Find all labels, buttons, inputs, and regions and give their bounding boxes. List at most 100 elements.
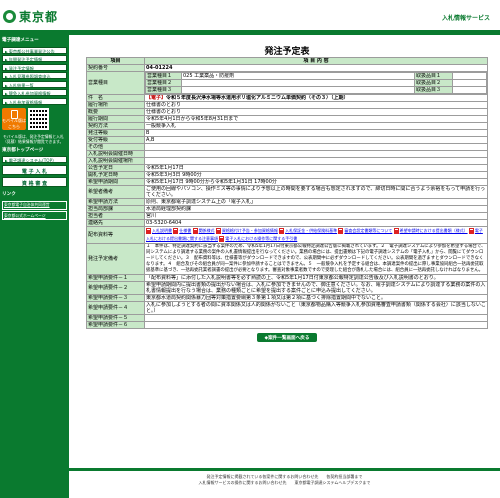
requirement-5 [144, 314, 488, 322]
mobile-block: モバイル版はこちら [2, 107, 67, 130]
row-label: 契約番号 [86, 64, 145, 72]
row-label: 入札説明会開催場所 [86, 157, 145, 165]
sidebar-item-results[interactable]: 入札結果一覧 [2, 80, 67, 88]
place: 仕様書のとおり [144, 101, 488, 109]
sidebar-item-public-notice[interactable]: 東京都公共事業発注公告 [2, 46, 67, 54]
header-divider [0, 30, 500, 35]
apply-period: 令和5年1月17日 9時00分から令和5年1月31日 17時00分 [144, 178, 488, 186]
contract-number: 04-01224 [144, 64, 488, 72]
sidebar-section-menu: 電子調達メニュー [2, 38, 39, 43]
docs-list: 入札説明書 仕様書 関係様式 資格格付け予告・参加資格情報 入札保証金・供給保険… [144, 226, 488, 244]
row-label: 希望申請要件－６ [86, 321, 145, 329]
doc-link[interactable]: 希望申請時における提出書類（様式） [400, 228, 468, 233]
doc-link[interactable]: 関係様式 [199, 228, 215, 233]
subject: 令和５年度長沢浄水場等水道用ポリ塩化アルミニウム単価契約（その３）（上期） [166, 95, 349, 101]
sidebar-item-annual-plan[interactable]: 年間発注予定情報 [2, 55, 67, 62]
pdf-icon [468, 228, 474, 234]
back-to-list-button[interactable]: ◆案件一覧画面へ戻る [256, 333, 318, 342]
sidebar-item-qualification[interactable]: 競争入札参加資格情報 [2, 89, 67, 96]
doc-link[interactable]: 審査会設定書類等について [344, 228, 392, 233]
biz-value [181, 86, 415, 94]
row-label: 契約方法 [86, 122, 145, 130]
sidebar-item-participation[interactable]: 入札参加資格情報 [2, 97, 67, 105]
doc-link[interactable]: 電子入札における操作等に関する手引書 [225, 236, 297, 241]
tokyo-logo[interactable]: 東京都 [3, 8, 58, 24]
link-e-gov[interactable]: 東京都電子自治体共同運営 [2, 200, 67, 210]
row-label: 希望申請方法 [86, 198, 145, 206]
pdf-icon [393, 228, 399, 234]
link-tokyo-home[interactable]: 東京都公式ホームページ [2, 211, 67, 221]
product-label: 取扱品目１ [414, 72, 453, 80]
business-table: 営業種目１ 025 工業薬品・防疫剤 取扱品目１ 営業種目２ 取扱品目２ 営業種目３ 取… [145, 72, 487, 94]
department: 水道局経理部契約課 [144, 205, 488, 213]
page-title: 発注予定表 [264, 47, 310, 57]
biz-value [181, 79, 415, 87]
sidebar-item-order-plan[interactable]: 発注予定情報 [2, 63, 67, 71]
row-label: 営業種目 [86, 71, 145, 95]
pdf-icon [173, 228, 179, 234]
person: 宮川 [144, 212, 488, 220]
sidebar-item-estimate[interactable]: 入札見積参照調査申込 [2, 72, 67, 79]
row-label: 配布資料等 [86, 226, 145, 244]
sidebar-section-top: 東京都トップページ [2, 147, 44, 153]
requirement-6 [144, 321, 488, 329]
mobile-note: モバイル版は、発注予定情報と入札（見積）結果情報が閲覧できます。 [3, 133, 64, 144]
doc-link[interactable]: 入札保証金・供給保険料基準 [285, 228, 337, 233]
row-label: 希望申請要件－１ [86, 274, 145, 282]
row-label: 履行場所 [86, 101, 145, 109]
header: 東京都 入札情報サービス [0, 0, 500, 36]
row-label: 希望申請要件－５ [86, 314, 145, 322]
product-label: 取扱品目３ [414, 86, 453, 94]
footer: 発注予定情報に掲載されている各案件に関するお問い合わせ先 各契約担当部署まで 入… [69, 468, 500, 498]
subject-tag: 【電子】 [146, 95, 167, 101]
row-label: 希望申請期間 [86, 178, 145, 186]
meeting-place [144, 157, 488, 165]
pdf-icon [338, 228, 344, 234]
row-label: 担当者 [86, 212, 145, 220]
row-label: 開札予定日時 [86, 171, 145, 179]
notes: １ 本件は、特定調達契約に該当する案件のため、令和5年1月17日付東京都公報特定… [144, 243, 488, 275]
mobile-button[interactable]: モバイル版はこちら [2, 107, 26, 130]
product-label: 取扱品目２ [414, 79, 453, 87]
doc-link[interactable]: 入札説明書 [152, 228, 172, 233]
row-label: 希望申請要件－４ [86, 301, 145, 315]
row-label: 発注予定備考 [86, 243, 145, 275]
row-label: その他 [86, 143, 145, 151]
qualification-button[interactable]: 資 格 審 査 [2, 177, 67, 188]
sidebar-section-links: リンク [2, 192, 16, 198]
row-label: 希望申請要件－２ [86, 281, 145, 295]
row-label: 希望申請要件－３ [86, 294, 145, 302]
row-label: 公告予定日 [86, 164, 145, 172]
e-bid-button[interactable]: 電 子 入 札 [2, 165, 67, 176]
remarks: ご使用の回線やパソコン、操作ミス等の事情により予想以上の時間を要する場合も想定さ… [144, 185, 488, 199]
other [144, 143, 488, 151]
contract-method: 一般競争入札 [144, 122, 488, 130]
order-plan-table: 項目項 目 内 容 契約番号 04-01224 営業種目 営業種目１ 025 工業薬… [86, 57, 488, 329]
biz-label: 営業種目１ [145, 72, 182, 80]
qr-code [28, 107, 49, 130]
meeting-date [144, 150, 488, 158]
row-label: 入札説明会開催日時 [86, 150, 145, 158]
sidebar-item-system-top[interactable]: 電子調達システム(TOP) [2, 156, 67, 164]
requirement-3: 東京都水道局契約関係暴力団等対策措置要綱第３条第１項又は第２項に基づく排除措置期… [144, 294, 488, 302]
requirement-1: 「配布資料等」に添付した入札説明書等を必ず熟読の上、令和5年1月17日付東京都公… [144, 274, 488, 282]
row-label: 概要 [86, 108, 145, 116]
pdf-icon [192, 228, 198, 234]
period: 令和5年4月1日から令和5年8月31日まで [144, 115, 488, 123]
phone: 03-5320-6404 [144, 219, 488, 227]
requirement-4: 入札に参加しようとする者の間に資本関係又は人的関係がないこと（東京都物品購入等競… [144, 301, 488, 315]
product-value [452, 79, 487, 87]
pdf-icon [146, 228, 151, 234]
doc-link[interactable]: 資格格付け予告・参加資格情報 [222, 228, 278, 233]
summary: 仕様書のとおり [144, 108, 488, 116]
row-label: 担当局部課 [86, 205, 145, 213]
publish-date: 令和5年1月17日 [144, 164, 488, 172]
biz-value: 025 工業薬品・防疫剤 [181, 72, 415, 80]
main-content: 発注予定表 項目項 目 内 容 契約番号 04-01224 営業種目 営業種目１ 0… [86, 40, 488, 342]
row-label: 受付等級 [86, 136, 145, 144]
order-grade: B [144, 129, 488, 137]
col-header-item: 項目 [86, 57, 145, 65]
doc-link[interactable]: 仕様書 [179, 228, 191, 233]
product-value [452, 86, 487, 94]
row-label: 履行期間 [86, 115, 145, 123]
